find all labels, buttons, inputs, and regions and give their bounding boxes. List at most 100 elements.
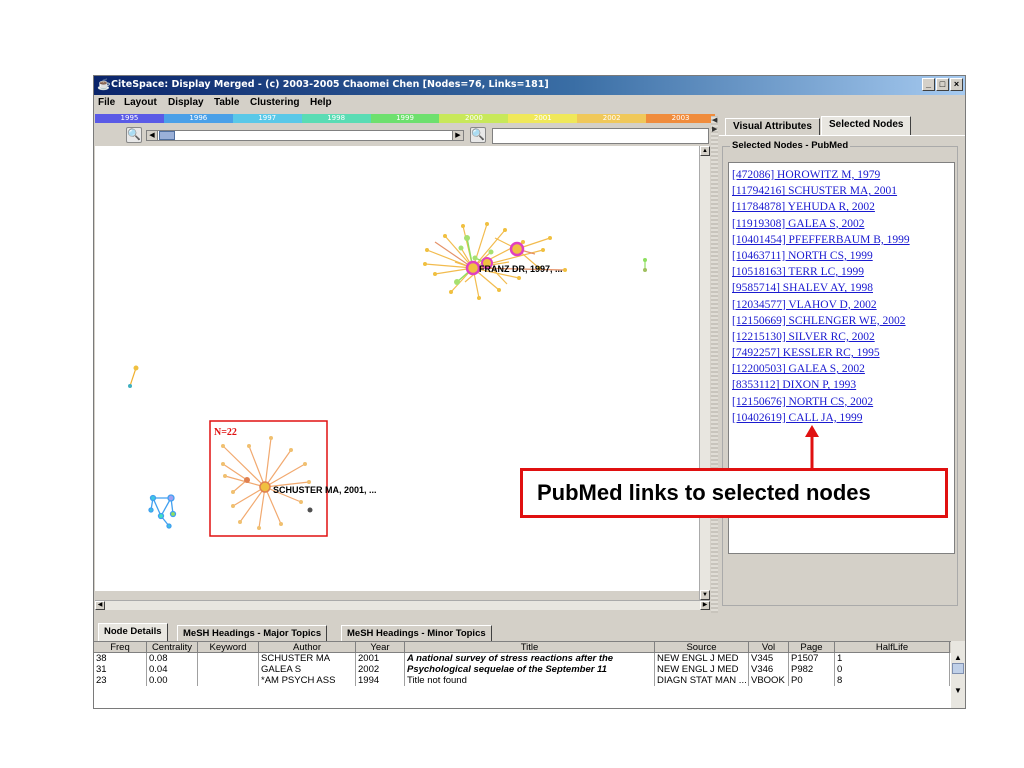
node-details-table: Freq Centrality Keyword Author Year Title Sour… — [94, 641, 951, 708]
scroll-down-icon[interactable]: ▼ — [700, 590, 710, 600]
timeline-year-2002: 2002 — [577, 114, 647, 123]
table-scroll-down-icon[interactable]: ▼ — [952, 685, 964, 696]
cluster-schuster[interactable]: SCHUSTER MA, 2001, ... — [221, 436, 377, 530]
tab-visual-attributes[interactable]: Visual Attributes — [725, 118, 820, 135]
pubmed-link[interactable]: [10402619] CALL JA, 1999 — [729, 410, 954, 426]
menu-table[interactable]: Table — [214, 97, 239, 108]
splitter-left-arrow-icon[interactable]: ◀ — [712, 116, 717, 124]
table-cell-page: P1507 — [789, 653, 835, 664]
pubmed-link[interactable]: [12200503] GALEA S, 2002 — [729, 361, 954, 377]
tab-mesh-major[interactable]: MeSH Headings - Major Topics — [177, 625, 328, 641]
table-scrollbar[interactable]: ▲ ▼ — [951, 641, 965, 708]
table-scroll-thumb[interactable] — [952, 663, 964, 674]
table-row[interactable]: 23 0.00 *AM PSYCH ASS 1994 Title not found DI… — [94, 675, 951, 686]
pubmed-link[interactable]: [8353112] DIXON P, 1993 — [729, 377, 954, 393]
menu-file[interactable]: File — [98, 97, 115, 108]
pubmed-link[interactable]: [10463711] NORTH CS, 1999 — [729, 248, 954, 264]
column-header[interactable]: Page — [789, 642, 835, 653]
menu-clustering[interactable]: Clustering — [250, 97, 299, 108]
table-header-row: Freq Centrality Keyword Author Year Title Sour… — [94, 642, 951, 653]
close-button[interactable]: × — [950, 78, 963, 91]
table-cell-keyword — [198, 664, 259, 675]
table-cell-vol: V345 — [749, 653, 789, 664]
table-cell-title: Title not found — [405, 675, 655, 686]
pubmed-link[interactable]: [10518163] TERR LC, 1999 — [729, 264, 954, 280]
table-cell-page: P0 — [789, 675, 835, 686]
window-title: CiteSpace: Display Merged - (c) 2003-200… — [111, 79, 549, 90]
timeline-year-2000: 2000 — [439, 114, 509, 123]
table-cell-keyword — [198, 653, 259, 664]
table-row[interactable]: 31 0.04 GALEA S 2002 Psychological sequelae … — [94, 664, 951, 675]
pubmed-link[interactable]: [12150669] SCHLENGER WE, 2002 — [729, 313, 954, 329]
tab-selected-nodes[interactable]: Selected Nodes — [821, 116, 912, 136]
scroll-up-icon[interactable]: ▲ — [700, 146, 710, 156]
label-franz: FRANZ DR, 1997, ... — [479, 264, 563, 274]
cluster-franz[interactable]: FRANZ DR, 1997, ... — [423, 222, 567, 300]
title-bar[interactable]: ☕ CiteSpace: Display Merged - (c) 2003-2… — [94, 76, 965, 95]
column-header[interactable]: Freq — [94, 642, 147, 653]
table-cell-page: P982 — [789, 664, 835, 675]
pubmed-link[interactable]: [7492257] KESSLER RC, 1995 — [729, 345, 954, 361]
slider-left-arrow-icon[interactable]: ◀ — [147, 131, 158, 140]
column-header[interactable]: Title — [405, 642, 655, 653]
scroll-right-icon[interactable]: ▶ — [700, 601, 710, 610]
isolated-pair-left[interactable] — [128, 365, 139, 389]
isolated-pair-right[interactable] — [643, 258, 647, 272]
column-header[interactable]: Year — [356, 642, 405, 653]
tab-mesh-minor[interactable]: MeSH Headings - Minor Topics — [341, 625, 492, 641]
bottom-panel: Node Details MeSH Headings - Major Topic… — [94, 616, 965, 708]
column-header[interactable]: Source — [655, 642, 749, 653]
pubmed-link[interactable]: [11784878] YEHUDA R, 2002 — [729, 199, 954, 215]
timeline-year-2001: 2001 — [508, 114, 578, 123]
minimize-button[interactable]: _ — [922, 78, 935, 91]
table-cell-year: 1994 — [356, 675, 405, 686]
table-cell-author: *AM PSYCH ASS — [259, 675, 356, 686]
pubmed-link[interactable]: [472086] HOROWITZ M, 1979 — [729, 167, 954, 183]
pubmed-link[interactable]: [12034577] VLAHOV D, 2002 — [729, 297, 954, 313]
network-canvas[interactable]: FRANZ DR, 1997, ... N=22 SCHUSTER MA, 20… — [95, 146, 699, 591]
cluster-box-label: N=22 — [214, 427, 237, 438]
table-cell-year: 2002 — [356, 664, 405, 675]
table-cell-freq: 23 — [94, 675, 147, 686]
search-input[interactable] — [492, 128, 709, 144]
scroll-left-icon[interactable]: ◀ — [95, 601, 105, 610]
canvas-horizontal-scrollbar[interactable]: ◀ ▶ — [95, 600, 710, 610]
column-header[interactable]: Vol — [749, 642, 789, 653]
table-cell-title: Psychological sequelae of the September … — [405, 664, 655, 675]
menu-display[interactable]: Display — [168, 97, 204, 108]
pubmed-link[interactable]: [9585714] SHALEV AY, 1998 — [729, 280, 954, 296]
pubmed-link[interactable]: [12215130] SILVER RC, 2002 — [729, 329, 954, 345]
table-cell-author: SCHUSTER MA — [259, 653, 356, 664]
table-cell-vol: V346 — [749, 664, 789, 675]
citespace-window: ☕ CiteSpace: Display Merged - (c) 2003-2… — [93, 75, 966, 709]
column-header[interactable]: HalfLife — [835, 642, 950, 653]
tab-node-details[interactable]: Node Details — [98, 623, 168, 641]
table-row[interactable]: 38 0.08 SCHUSTER MA 2001 A national survey o… — [94, 653, 951, 664]
zoom-slider[interactable]: ◀ ▶ — [146, 130, 464, 141]
menu-layout[interactable]: Layout — [124, 97, 157, 108]
pubmed-link[interactable]: [10401454] PFEFFERBAUM B, 1999 — [729, 232, 954, 248]
column-header[interactable]: Centrality — [147, 642, 198, 653]
table-scroll-up-icon[interactable]: ▲ — [952, 652, 964, 663]
zoom-in-icon[interactable]: 🔍 — [470, 127, 486, 143]
network-graph[interactable]: FRANZ DR, 1997, ... N=22 SCHUSTER MA, 20… — [95, 146, 699, 591]
cluster-small-blue[interactable] — [148, 494, 177, 529]
column-header[interactable]: Keyword — [198, 642, 259, 653]
maximize-button[interactable]: □ — [936, 78, 949, 91]
menu-bar: File Layout Display Table Clustering Hel… — [94, 95, 965, 112]
menu-help[interactable]: Help — [310, 97, 332, 108]
panel-splitter[interactable]: ◀ ▶ — [711, 116, 718, 613]
zoom-out-icon[interactable]: 🔍 — [126, 127, 142, 143]
slider-thumb[interactable] — [159, 131, 175, 140]
table-cell-year: 2001 — [356, 653, 405, 664]
canvas-vertical-scrollbar[interactable]: ▲ ▼ — [699, 146, 710, 600]
pubmed-link[interactable]: [11919308] GALEA S, 2002 — [729, 216, 954, 232]
column-header[interactable]: Author — [259, 642, 356, 653]
splitter-right-arrow-icon[interactable]: ▶ — [712, 125, 717, 133]
table-cell-freq: 31 — [94, 664, 147, 675]
pubmed-link[interactable]: [12150676] NORTH CS, 2002 — [729, 394, 954, 410]
slider-right-arrow-icon[interactable]: ▶ — [452, 131, 463, 140]
pubmed-link[interactable]: [11794216] SCHUSTER MA, 2001 — [729, 183, 954, 199]
timeline-year-2003: 2003 — [646, 114, 716, 123]
callout-arrow-icon — [805, 425, 819, 468]
